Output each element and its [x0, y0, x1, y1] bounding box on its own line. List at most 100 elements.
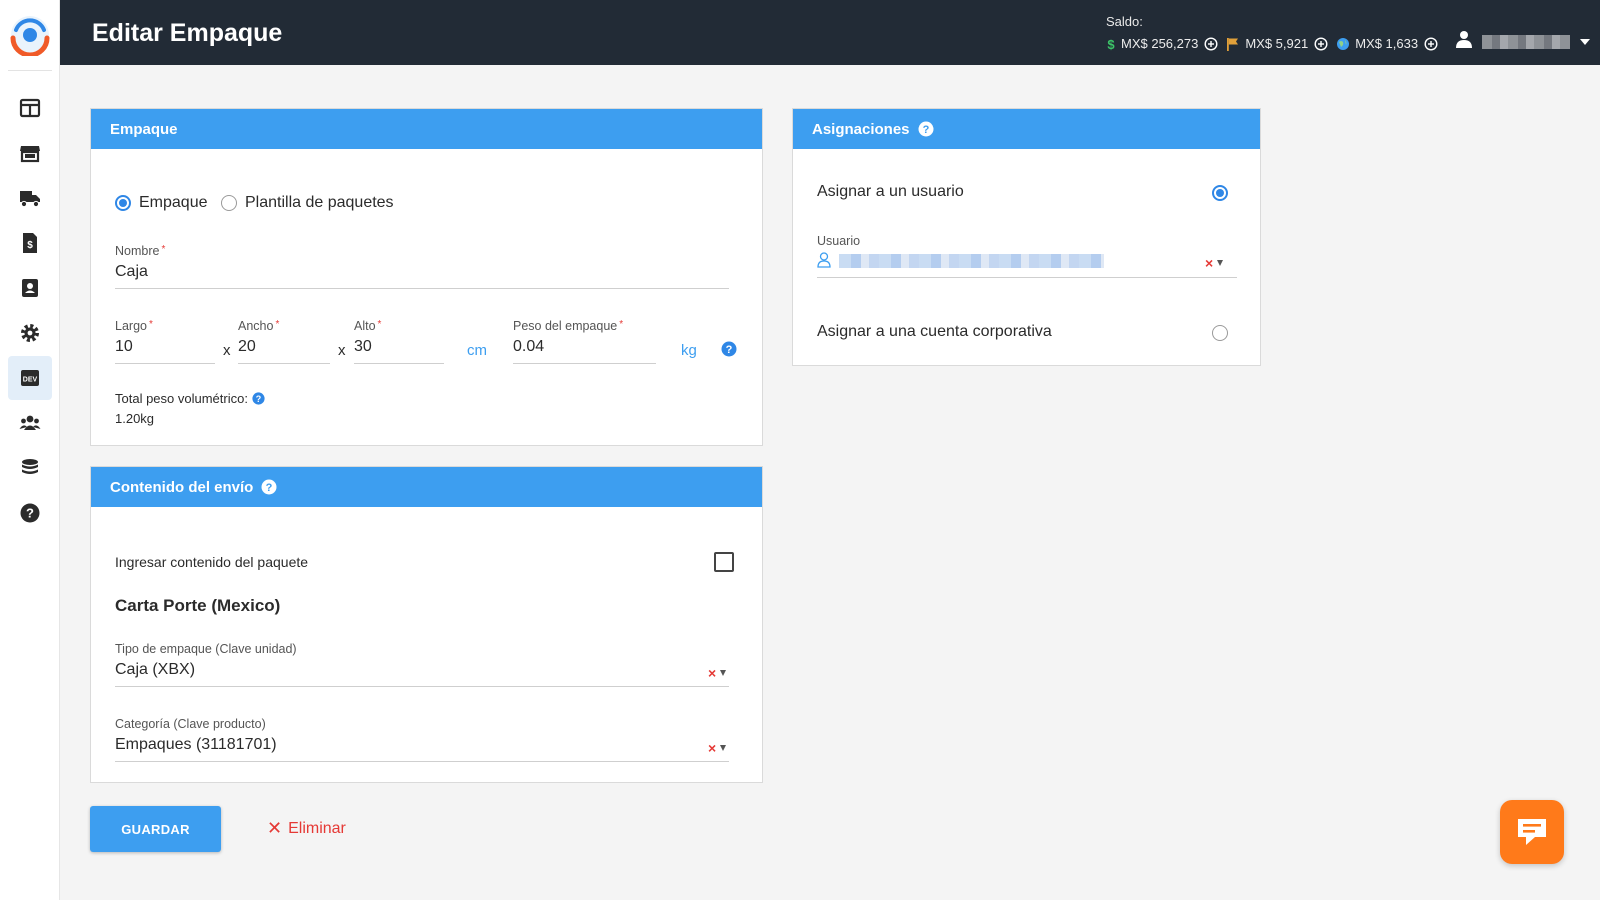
help-icon: ? [20, 503, 40, 523]
volumetric-weight-value: 1.20kg [115, 411, 155, 426]
asignaciones-card-header: Asignaciones ? [793, 109, 1260, 149]
user-icon [1456, 30, 1472, 53]
contenido-checkbox-label: Ingresar contenido del paquete [115, 554, 309, 570]
radio-asignar-usuario[interactable] [1212, 185, 1228, 201]
svg-text:DEV: DEV [23, 377, 38, 384]
user-name-redacted [1482, 34, 1570, 49]
sidebar-item-developers[interactable]: DEV [8, 356, 52, 400]
delete-button[interactable]: ✕ Eliminar [267, 818, 346, 839]
ancho-input[interactable]: 20 [238, 338, 330, 364]
empaque-card-title: Empaque [110, 120, 178, 138]
sidebar-item-store[interactable] [8, 131, 52, 175]
top-header: Editar Empaque Saldo: $ MX$ 256,273 MX$ … [60, 0, 1600, 65]
svg-text:?: ? [266, 482, 273, 494]
help-icon[interactable]: ? [252, 392, 265, 405]
sidebar-item-contacts[interactable] [8, 266, 52, 310]
largo-label: Largo * [115, 319, 153, 333]
categoria-controls: × [708, 740, 727, 756]
chevron-down-icon [1580, 38, 1590, 45]
store-icon [20, 146, 40, 163]
invoice-icon: $ [23, 233, 37, 253]
tipo-empaque-select[interactable]: Caja (XBX) [115, 661, 729, 687]
add-balance-flag-button[interactable] [1314, 36, 1328, 51]
volumetric-weight-label: Total peso volumétrico: ? [115, 391, 265, 406]
radio-plantilla-control[interactable] [221, 195, 237, 211]
sidebar: $ DEV ? [0, 0, 60, 900]
asignaciones-card: Asignaciones ? Asignar a un usuario Usua… [792, 108, 1261, 366]
svg-text:?: ? [256, 394, 261, 404]
sidebar-item-billing[interactable] [8, 446, 52, 490]
sidebar-item-users[interactable] [8, 401, 52, 445]
radio-plantilla[interactable]: Plantilla de paquetes [221, 194, 394, 212]
peso-label: Peso del empaque * [513, 319, 624, 333]
sidebar-item-invoices[interactable]: $ [8, 221, 52, 265]
add-balance-global-button[interactable] [1424, 36, 1438, 51]
page-title: Editar Empaque [92, 19, 283, 47]
user-menu[interactable] [1456, 30, 1590, 53]
balance-main-value: MX$ 256,273 [1121, 36, 1199, 51]
balance-global-value: MX$ 1,633 [1355, 36, 1419, 51]
nombre-input[interactable]: Caja [115, 263, 729, 289]
add-balance-main-button[interactable] [1204, 36, 1218, 51]
times-sign: x [223, 342, 231, 359]
clear-icon[interactable]: × [708, 665, 716, 681]
balance-main: $ MX$ 256,273 [1106, 36, 1218, 51]
alto-input[interactable]: 30 [354, 338, 444, 364]
plus-circle-icon [1314, 36, 1328, 51]
chevron-down-icon[interactable] [1217, 260, 1224, 266]
help-icon[interactable]: ? [918, 121, 934, 137]
svg-text:$: $ [1107, 37, 1115, 51]
plus-circle-icon [1204, 36, 1218, 51]
categoria-label: Categoría (Clave producto) [115, 717, 266, 731]
sidebar-item-settings[interactable] [8, 311, 52, 355]
svg-text:?: ? [26, 506, 34, 521]
app-logo[interactable] [9, 14, 51, 58]
sidebar-item-help[interactable]: ? [8, 491, 52, 535]
address-book-icon [22, 279, 38, 297]
weight-unit: kg [681, 342, 697, 359]
largo-input[interactable]: 10 [115, 338, 215, 364]
radio-asignar-corporativa[interactable] [1212, 325, 1228, 341]
usuario-label: Usuario [817, 234, 861, 248]
ancho-label: Ancho * [238, 319, 280, 333]
contenido-checkbox[interactable] [714, 552, 734, 572]
chat-button[interactable] [1500, 800, 1564, 864]
globe-icon [1336, 37, 1350, 51]
close-icon: ✕ [267, 818, 283, 838]
clear-icon[interactable]: × [708, 740, 716, 756]
chevron-down-icon[interactable] [720, 670, 727, 676]
chevron-down-icon[interactable] [720, 745, 727, 751]
gear-icon [21, 324, 39, 342]
dollar-icon: $ [1106, 37, 1116, 51]
usuario-controls: × [1205, 255, 1224, 271]
usuario-value-redacted [839, 254, 1104, 268]
balance-label: Saldo: [1106, 14, 1143, 29]
flag-icon [1226, 37, 1240, 51]
option-corporativa-label: Asignar a una cuenta corporativa [817, 323, 1052, 340]
times-sign: x [338, 342, 346, 359]
svg-text:$: $ [27, 240, 33, 251]
option-usuario-label: Asignar a un usuario [817, 183, 964, 200]
users-icon [19, 415, 41, 430]
save-button[interactable]: GUARDAR [90, 806, 221, 852]
chat-icon [1518, 819, 1546, 845]
empaque-card-header: Empaque [91, 109, 762, 149]
alto-label: Alto * [354, 319, 382, 333]
sidebar-item-shipments[interactable] [8, 176, 52, 220]
usuario-select[interactable] [817, 252, 1237, 278]
dev-icon: DEV [21, 370, 39, 386]
carta-porte-title: Carta Porte (Mexico) [115, 596, 281, 615]
clear-icon[interactable]: × [1205, 255, 1213, 271]
help-icon[interactable]: ? [261, 479, 277, 495]
asignaciones-card-title: Asignaciones [812, 120, 910, 138]
svg-text:?: ? [726, 344, 733, 356]
peso-input[interactable]: 0.04 [513, 338, 656, 364]
radio-empaque-control[interactable] [115, 195, 131, 211]
sidebar-item-dashboard[interactable] [8, 86, 52, 130]
radio-empaque[interactable]: Empaque [115, 194, 208, 212]
coins-icon [22, 459, 38, 474]
help-icon[interactable]: ? [721, 341, 737, 362]
truck-icon [20, 191, 40, 208]
balance-global: MX$ 1,633 [1336, 36, 1438, 51]
categoria-select[interactable]: Empaques (31181701) [115, 736, 729, 762]
